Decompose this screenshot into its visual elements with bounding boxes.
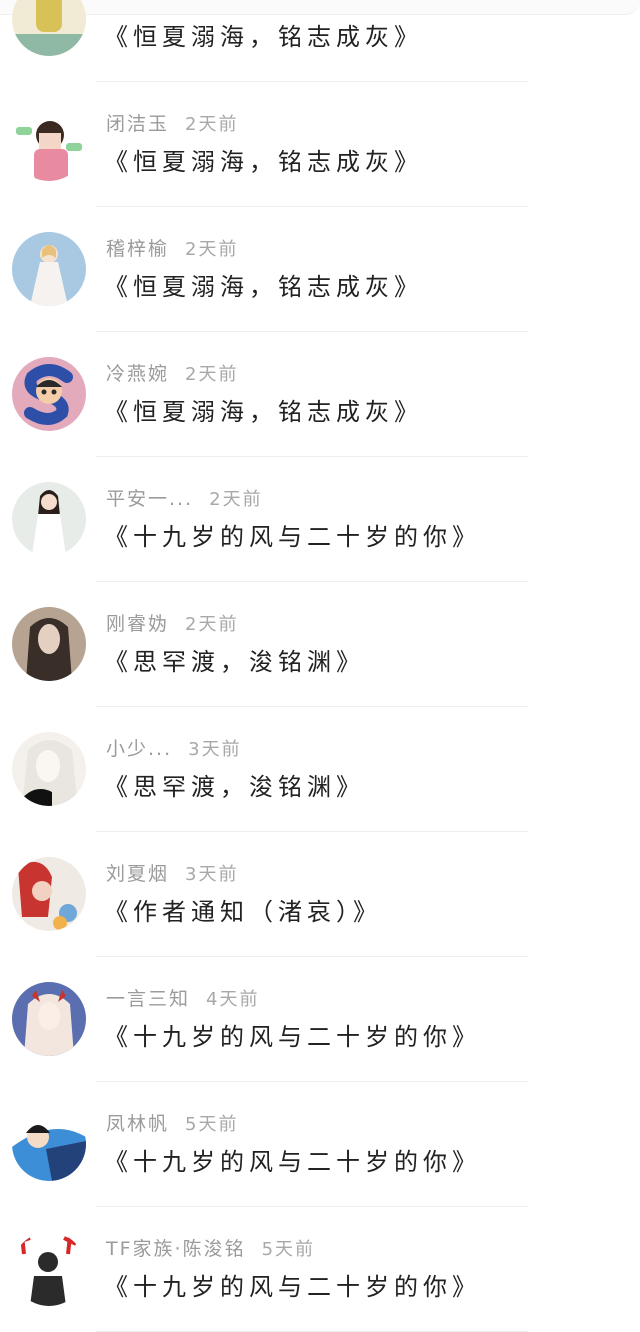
user-name[interactable]: 刘夏烟 [106, 863, 169, 885]
avatar[interactable] [12, 732, 86, 806]
user-name[interactable]: 一言三知 [106, 988, 190, 1010]
red-hair-girl-icon [12, 857, 86, 931]
user-name[interactable]: TF家族·陈浚铭 [106, 1238, 246, 1260]
item-meta [106, 0, 122, 13]
comment-list: 《恒夏溺海，铭志成灰》 闭洁玉 2天前 《恒夏溺海，铭志成灰》 稽梓榆 2天前 [0, 0, 640, 1332]
item-meta: 小少... 3天前 [106, 735, 242, 763]
book-title[interactable]: 《十九岁的风与二十岁的你》 [104, 1143, 481, 1181]
list-item[interactable]: 稽梓榆 2天前 《恒夏溺海，铭志成灰》 [0, 207, 640, 332]
book-title[interactable]: 《恒夏溺海，铭志成灰》 [104, 18, 423, 56]
item-meta: 凤林帆 5天前 [106, 1110, 238, 1138]
list-item[interactable]: 《恒夏溺海，铭志成灰》 [0, 0, 640, 82]
book-title[interactable]: 《恒夏溺海，铭志成灰》 [104, 143, 423, 181]
post-time: 2天前 [185, 614, 239, 635]
item-meta: 一言三知 4天前 [106, 985, 259, 1013]
list-item[interactable]: 平安一... 2天前 《十九岁的风与二十岁的你》 [0, 457, 640, 582]
user-name[interactable]: 平安一... [106, 488, 193, 510]
cartoon-s-badge-icon [12, 357, 86, 431]
green-shirt-person-icon [12, 0, 86, 56]
avatar[interactable] [12, 482, 86, 556]
list-item[interactable]: TF家族·陈浚铭 5天前 《十九岁的风与二十岁的你》 [0, 1207, 640, 1332]
list-item[interactable]: 凤林帆 5天前 《十九岁的风与二十岁的你》 [0, 1082, 640, 1207]
post-time: 2天前 [185, 364, 239, 385]
avatar[interactable] [12, 607, 86, 681]
user-name[interactable]: 小少... [106, 738, 172, 760]
post-time: 3天前 [188, 739, 242, 760]
avatar[interactable] [12, 857, 86, 931]
item-meta: 平安一... 2天前 [106, 485, 263, 513]
woman-white-dress-icon [12, 482, 86, 556]
avatar[interactable] [12, 1107, 86, 1181]
list-item[interactable]: 冷燕婉 2天前 《恒夏溺海，铭志成灰》 [0, 332, 640, 457]
book-title[interactable]: 《恒夏溺海，铭志成灰》 [104, 268, 423, 306]
post-time: 3天前 [185, 864, 239, 885]
list-item[interactable]: 刘夏烟 3天前 《作者通知（渚哀）》 [0, 832, 640, 957]
item-meta: 刘夏烟 3天前 [106, 860, 238, 888]
user-name[interactable]: 刚睿妫 [106, 613, 169, 635]
item-meta: 闭洁玉 2天前 [106, 110, 238, 138]
book-title[interactable]: 《恒夏溺海，铭志成灰》 [104, 393, 423, 431]
list-item[interactable]: 刚睿妫 2天前 《思罕渡，浚铭渊》 [0, 582, 640, 707]
item-meta: 稽梓榆 2天前 [106, 235, 238, 263]
detective-cartoon-icon [12, 1107, 86, 1181]
list-item[interactable]: 小少... 3天前 《思罕渡，浚铭渊》 [0, 707, 640, 832]
calligraphy-person-icon [12, 1232, 86, 1306]
anime-girl-icon [12, 232, 86, 306]
book-title[interactable]: 《十九岁的风与二十岁的你》 [104, 518, 481, 556]
dark-hair-woman-icon [12, 607, 86, 681]
post-time: 2天前 [185, 114, 239, 135]
item-meta: 冷燕婉 2天前 [106, 360, 238, 388]
avatar[interactable] [12, 982, 86, 1056]
item-meta: 刚睿妫 2天前 [106, 610, 238, 638]
post-time: 4天前 [206, 989, 260, 1010]
post-time: 5天前 [185, 1114, 239, 1135]
book-title[interactable]: 《作者通知（渚哀）》 [104, 893, 382, 931]
list-item[interactable]: 闭洁玉 2天前 《恒夏溺海，铭志成灰》 [0, 82, 640, 207]
user-name[interactable]: 稽梓榆 [106, 238, 169, 260]
book-title[interactable]: 《思罕渡，浚铭渊》 [104, 768, 365, 806]
fantasy-anime-girl-icon [12, 982, 86, 1056]
avatar[interactable] [12, 107, 86, 181]
book-title[interactable]: 《思罕渡，浚铭渊》 [104, 643, 365, 681]
user-name[interactable]: 凤林帆 [106, 1113, 169, 1135]
avatar[interactable] [12, 1232, 86, 1306]
stickered-boy-icon [12, 107, 86, 181]
user-name[interactable]: 闭洁玉 [106, 113, 169, 135]
post-time: 2天前 [209, 489, 263, 510]
post-time: 2天前 [185, 239, 239, 260]
avatar[interactable] [12, 0, 86, 56]
list-item[interactable]: 一言三知 4天前 《十九岁的风与二十岁的你》 [0, 957, 640, 1082]
avatar[interactable] [12, 357, 86, 431]
white-hair-anime-icon [12, 732, 86, 806]
item-meta: TF家族·陈浚铭 5天前 [106, 1235, 315, 1263]
user-name[interactable]: 冷燕婉 [106, 363, 169, 385]
post-time: 5天前 [261, 1239, 316, 1260]
avatar[interactable] [12, 232, 86, 306]
book-title[interactable]: 《十九岁的风与二十岁的你》 [104, 1268, 481, 1306]
book-title[interactable]: 《十九岁的风与二十岁的你》 [104, 1018, 481, 1056]
